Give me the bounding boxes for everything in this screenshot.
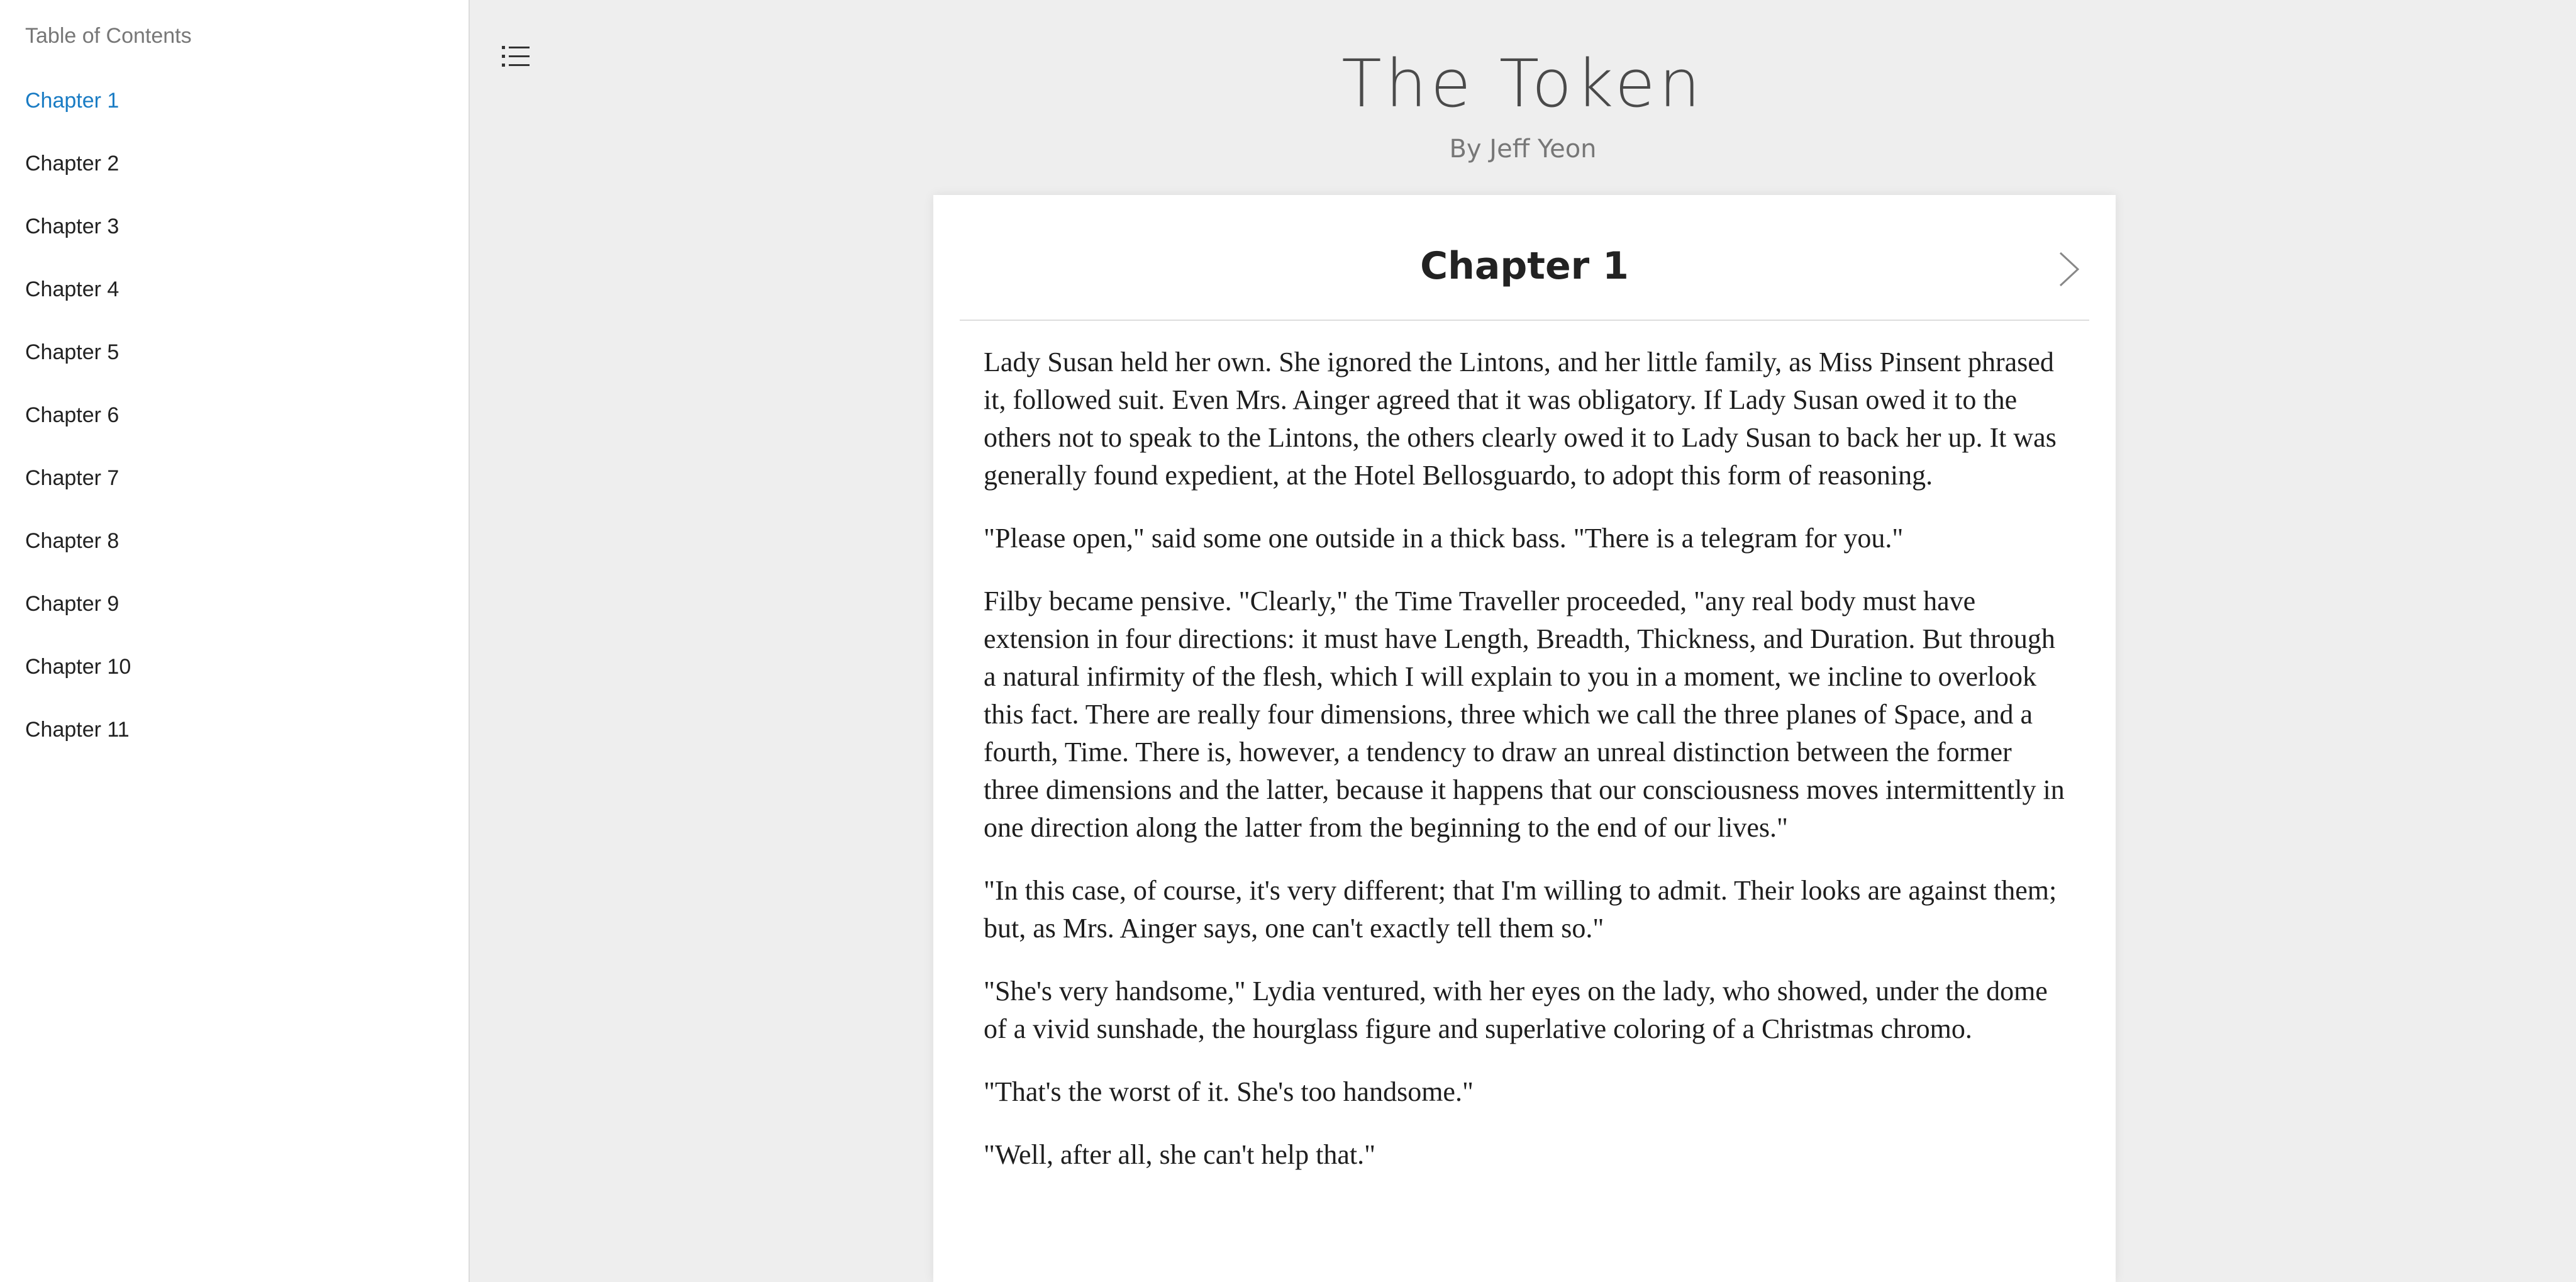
toc-item-chapter-3[interactable]: Chapter 3 bbox=[25, 214, 131, 277]
chapter-body: Lady Susan held her own. She ignored the… bbox=[984, 343, 2065, 1199]
book-author: By Jeff Yeon bbox=[1449, 135, 1597, 164]
chapter-title: Chapter 1 bbox=[1420, 244, 1629, 288]
paragraph: "She's very handsome," Lydia ventured, w… bbox=[984, 976, 2048, 1044]
toc-title: Table of Contents bbox=[25, 24, 192, 48]
toc-item-chapter-8[interactable]: Chapter 8 bbox=[25, 528, 131, 591]
paragraph: "That's the worst of it. She's too hands… bbox=[984, 1076, 1474, 1107]
toc-item-chapter-9[interactable]: Chapter 9 bbox=[25, 591, 131, 654]
paragraph: Filby became pensive. "Clearly," the Tim… bbox=[984, 586, 2065, 843]
toc-item-chapter-10[interactable]: Chapter 10 bbox=[25, 654, 131, 717]
toc-item-chapter-2[interactable]: Chapter 2 bbox=[25, 151, 131, 214]
toc-item-chapter-5[interactable]: Chapter 5 bbox=[25, 340, 131, 403]
book-title: The Token bbox=[1341, 45, 1704, 122]
toc-list: Chapter 1 Chapter 2 Chapter 3 Chapter 4 … bbox=[25, 88, 131, 780]
paragraph: "In this case, of course, it's very diff… bbox=[984, 875, 2057, 944]
reader-app: Table of Contents Chapter 1 Chapter 2 Ch… bbox=[0, 0, 2576, 1282]
toc-item-chapter-7[interactable]: Chapter 7 bbox=[25, 465, 131, 528]
toc-item-chapter-11[interactable]: Chapter 11 bbox=[25, 717, 131, 780]
chevron-right-icon[interactable] bbox=[2054, 250, 2084, 288]
toc-item-chapter-1[interactable]: Chapter 1 bbox=[25, 88, 131, 151]
paragraph: "Well, after all, she can't help that." bbox=[984, 1139, 1376, 1170]
chapter-header: Chapter 1 bbox=[960, 195, 2089, 321]
paragraph: Lady Susan held her own. She ignored the… bbox=[984, 347, 2057, 491]
toc-item-chapter-4[interactable]: Chapter 4 bbox=[25, 277, 131, 340]
paragraph: "Please open," said some one outside in … bbox=[984, 523, 1904, 554]
table-of-contents-sidebar: Table of Contents Chapter 1 Chapter 2 Ch… bbox=[0, 0, 470, 1282]
chapter-card: Chapter 1 Lady Susan held her own. She i… bbox=[933, 195, 2116, 1282]
toc-item-chapter-6[interactable]: Chapter 6 bbox=[25, 403, 131, 465]
